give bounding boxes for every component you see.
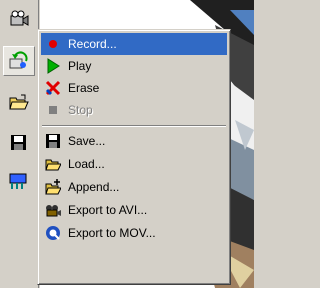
menu-item-append[interactable]: Append...	[41, 176, 227, 198]
refresh-icon	[9, 51, 28, 69]
record-dot-icon	[49, 40, 57, 48]
export-toolbar-button[interactable]	[3, 166, 35, 196]
menu-separator	[42, 125, 226, 127]
open-toolbar-button[interactable]	[3, 88, 35, 118]
menu-item-load[interactable]: Load...	[41, 153, 227, 175]
menu-item-label: Export to AVI...	[68, 203, 148, 217]
menu-item-erase[interactable]: Erase	[41, 77, 227, 99]
export-icon	[9, 173, 27, 189]
film-reel-icon	[46, 205, 61, 217]
open-folder-icon	[45, 159, 61, 171]
menu-item-export-avi[interactable]: Export to AVI...	[41, 199, 227, 221]
menu-item-label: Play	[68, 59, 92, 73]
floppy-save-icon	[46, 134, 60, 148]
toolbar	[0, 0, 39, 288]
open-folder-icon	[9, 94, 29, 110]
menu-item-label: Erase	[68, 81, 100, 95]
play-icon	[47, 58, 60, 74]
menu-item-label: Save...	[68, 134, 106, 148]
menu-item-label: Load...	[68, 157, 105, 171]
menu-item-export-mov[interactable]: Export to MOV...	[41, 222, 227, 244]
refresh-toolbar-button[interactable]	[3, 46, 35, 76]
context-menu: Record... Play Erase Stop Save... Load..…	[37, 29, 231, 285]
menu-item-stop[interactable]: Stop	[41, 99, 227, 121]
menu-item-record[interactable]: Record...	[41, 33, 227, 55]
record-toolbar-button[interactable]	[3, 4, 35, 34]
floppy-save-icon	[11, 135, 26, 150]
quicktime-icon	[46, 226, 60, 240]
menu-item-label: Record...	[68, 37, 117, 51]
append-folder-icon	[45, 179, 61, 195]
menu-item-label: Stop	[68, 103, 93, 117]
save-toolbar-button[interactable]	[3, 128, 35, 158]
menu-item-label: Export to MOV...	[68, 226, 156, 240]
menu-item-label: Append...	[68, 180, 120, 194]
camera-record-icon	[10, 10, 29, 26]
stop-square-icon	[49, 106, 57, 114]
menu-item-play[interactable]: Play	[41, 55, 227, 77]
erase-x-icon	[45, 80, 61, 96]
menu-item-save[interactable]: Save...	[41, 130, 227, 152]
